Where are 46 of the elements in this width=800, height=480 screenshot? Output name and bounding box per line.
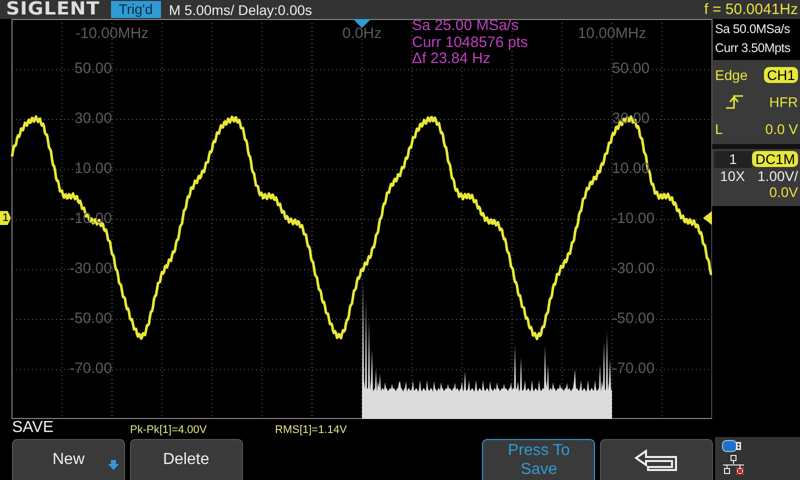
delete-button[interactable]: Delete <box>130 439 243 480</box>
axis-label: 50.00 <box>74 60 112 78</box>
axis-label: -70.00 <box>69 360 112 378</box>
trigger-coupling-label: HFR <box>769 94 798 110</box>
probe-ratio-label: 10X <box>720 168 745 184</box>
axis-label: -50.00 <box>612 310 655 328</box>
fft-info-text: Δf 23.84 Hz <box>412 51 492 68</box>
new-button[interactable]: New <box>12 439 125 480</box>
frequency-readout: f = 50.0041Hz <box>704 1 799 18</box>
axis-label: 10.00 <box>74 160 112 178</box>
return-arrow-icon <box>634 449 678 471</box>
trigger-status: Trig'd <box>110 1 161 18</box>
vertical-scale-label: 1.00V/ <box>758 168 798 184</box>
axis-label: -30.00 <box>69 260 112 278</box>
timebase-label: M 5.00ms/ Delay:0.00s <box>168 2 312 18</box>
menu-title: SAVE <box>12 419 54 437</box>
channel-coupling-badge: DC1M <box>752 150 798 166</box>
axis-label: 50.00 <box>612 60 650 78</box>
measurement-readout: Pk-Pk[1]=4.00V <box>130 423 208 437</box>
axis-label: -10.00MHz <box>75 26 149 42</box>
axis-label: -50.00 <box>69 310 112 328</box>
channel-number: 1 <box>714 151 752 168</box>
axis-label: -70.00 <box>612 360 655 378</box>
press-to-save-button[interactable]: Press To Save <box>482 439 596 480</box>
channel-marker: 1 <box>0 211 11 225</box>
axis-label: 10.00MHz <box>578 26 646 42</box>
trigger-source-badge: CH1 <box>764 67 798 84</box>
rising-edge-icon <box>725 94 745 110</box>
fft-info-text: Sa 25.00 MSa/s <box>412 18 520 34</box>
axis-label: -10.00 <box>612 210 655 228</box>
axis-label: 0.0Hz <box>342 26 382 42</box>
network-icon <box>722 455 746 475</box>
sample-rate-label: Sa 50.0MSa/s <box>715 21 791 38</box>
logo: SIGLENT <box>6 0 100 19</box>
trigger-level-value: 0.0 V <box>765 120 798 137</box>
vertical-offset-label: 0.0V <box>768 184 798 200</box>
axis-label: -30.00 <box>612 260 655 278</box>
measurement-readout: RMS[1]=1.14V <box>275 423 348 437</box>
down-arrow-icon <box>108 460 119 470</box>
trigger-level-label: L <box>715 120 723 137</box>
axis-label: 30.00 <box>74 110 112 128</box>
usb-icon <box>722 440 742 452</box>
fft-info-text: Curr 1048576 pts <box>412 34 528 51</box>
memory-depth-label: Curr 3.50Mpts <box>715 40 792 57</box>
trigger-type-label: Edge <box>715 67 748 84</box>
back-button[interactable] <box>600 439 713 480</box>
